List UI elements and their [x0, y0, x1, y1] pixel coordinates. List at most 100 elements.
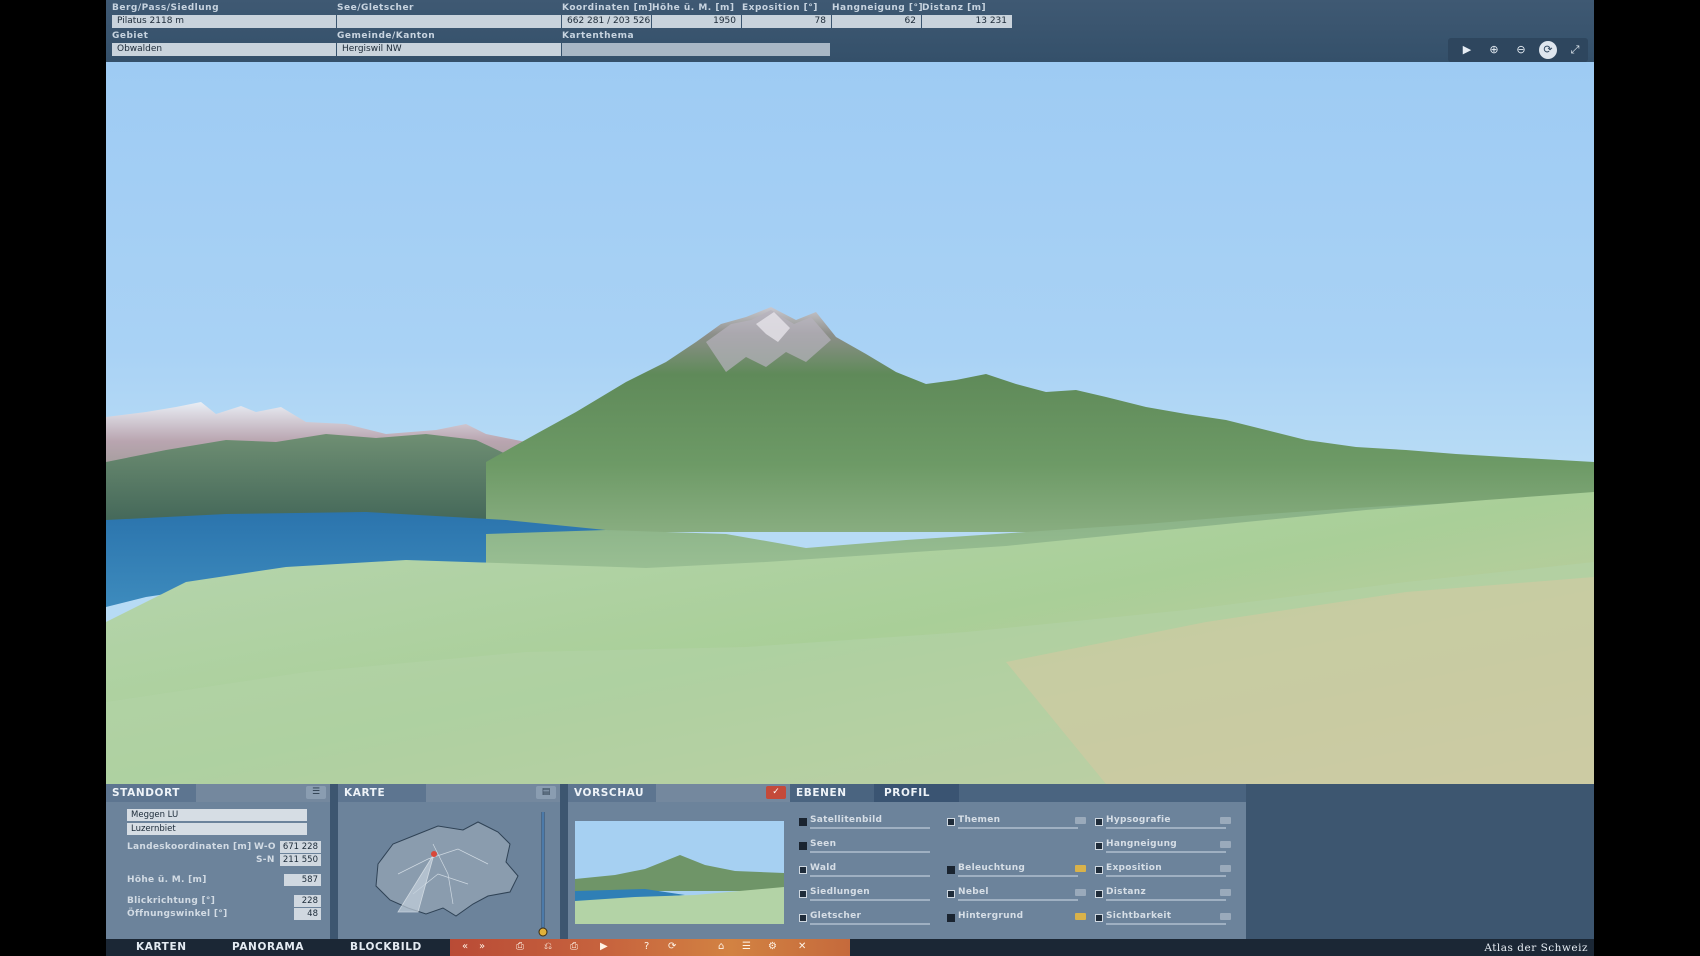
layer-checkbox[interactable] — [947, 914, 955, 922]
layer-checkbox[interactable] — [1095, 842, 1103, 850]
lock-icon[interactable]: ⎌ — [544, 941, 552, 952]
blick-value[interactable]: 228 — [294, 895, 321, 907]
tab-profil[interactable]: PROFIL — [884, 787, 930, 799]
oeffnung-value[interactable]: 48 — [294, 908, 321, 920]
karte-header: KARTE ▤ — [338, 784, 560, 802]
gemeinde-label: Gemeinde/Kanton — [337, 31, 436, 41]
forward-icon[interactable]: » — [479, 941, 485, 952]
layer-slider[interactable] — [1106, 827, 1226, 829]
close-icon[interactable]: ✕ — [798, 941, 806, 952]
list-icon[interactable]: ☰ — [742, 941, 751, 952]
standort-header: STANDORT ☰ — [106, 784, 330, 802]
layer-gletscher[interactable]: Gletscher — [810, 911, 861, 921]
layer-checkbox[interactable] — [799, 914, 807, 922]
layer-options-icon[interactable] — [1220, 889, 1231, 896]
layer-options-icon[interactable] — [1075, 913, 1086, 920]
preview-thumbnail[interactable] — [575, 821, 784, 924]
nav-panorama[interactable]: PANORAMA — [232, 941, 304, 953]
zoom-out-icon[interactable]: ⊖ — [1512, 41, 1530, 59]
ebenen-header: EBENEN PROFIL — [790, 784, 1246, 802]
layer-slider[interactable] — [1106, 899, 1226, 901]
vorschau-header: VORSCHAU ✓ — [568, 784, 790, 802]
layer-satellitenbild[interactable]: Satellitenbild — [810, 815, 882, 825]
expo-field: 78 — [742, 15, 831, 28]
layer-options-icon[interactable] — [1220, 865, 1231, 872]
layer-beleuchtung[interactable]: Beleuchtung — [958, 863, 1025, 873]
layer-sichtbarkeit[interactable]: Sichtbarkeit — [1106, 911, 1171, 921]
panorama-view[interactable] — [106, 62, 1594, 784]
sync-icon[interactable]: ⟳ — [668, 941, 676, 952]
layer-slider[interactable] — [958, 875, 1078, 877]
save-icon[interactable]: ⎙ — [516, 941, 524, 952]
home-icon[interactable]: ⌂ — [718, 941, 724, 952]
layer-checkbox[interactable] — [799, 890, 807, 898]
layer-checkbox[interactable] — [1095, 818, 1103, 826]
layer-options-icon[interactable] — [1075, 817, 1086, 824]
hang-field: 62 — [832, 15, 921, 28]
wo-label: W-O — [254, 842, 276, 852]
print-icon[interactable]: ⎙ — [570, 941, 578, 952]
layer-checkbox[interactable] — [799, 842, 807, 850]
layer-options-icon[interactable] — [1220, 913, 1231, 920]
layer-hintergrund[interactable]: Hintergrund — [958, 911, 1023, 921]
layer-checkbox[interactable] — [947, 866, 955, 874]
standort-region[interactable]: Luzernbiet — [127, 823, 307, 835]
layer-themen[interactable]: Themen — [958, 815, 1000, 825]
export-icon[interactable]: ▶ — [600, 941, 608, 952]
layer-nebel[interactable]: Nebel — [958, 887, 989, 897]
list-icon[interactable]: ☰ — [306, 786, 326, 799]
back-icon[interactable]: « — [462, 941, 468, 952]
check-icon[interactable]: ✓ — [766, 786, 786, 799]
dist-label: Distanz [m] — [922, 3, 987, 13]
layer-slider[interactable] — [810, 851, 930, 853]
nav-karten[interactable]: KARTEN — [136, 941, 187, 953]
fullscreen-icon[interactable]: ⤢ — [1566, 41, 1584, 59]
layer-slider[interactable] — [1106, 923, 1226, 925]
layer-siedlungen[interactable]: Siedlungen — [810, 887, 870, 897]
layer-seen[interactable]: Seen — [810, 839, 836, 849]
help-icon[interactable]: ? — [644, 941, 649, 952]
sn-value[interactable]: 211 550 — [280, 854, 321, 866]
expo-label: Exposition [°] — [742, 3, 818, 13]
layer-distanz[interactable]: Distanz — [1106, 887, 1146, 897]
layer-slider[interactable] — [958, 899, 1078, 901]
layer-checkbox[interactable] — [1095, 914, 1103, 922]
layer-slider[interactable] — [810, 875, 930, 877]
layer-options-icon[interactable] — [1075, 865, 1086, 872]
layer-hangneigung[interactable]: Hangneigung — [1106, 839, 1177, 849]
layer-exposition[interactable]: Exposition — [1106, 863, 1162, 873]
ebenen-panel: EBENEN PROFIL Satellitenbild Seen Wald S… — [790, 784, 1246, 939]
layer-hypsografie[interactable]: Hypsografie — [1106, 815, 1171, 825]
layer-checkbox[interactable] — [1095, 866, 1103, 874]
layer-slider[interactable] — [810, 899, 930, 901]
overview-map[interactable] — [338, 804, 560, 939]
map-window-icon[interactable]: ▤ — [536, 786, 556, 799]
thema-field[interactable] — [562, 43, 830, 56]
layer-slider[interactable] — [810, 923, 930, 925]
layer-slider[interactable] — [1106, 851, 1226, 853]
layer-options-icon[interactable] — [1220, 817, 1231, 824]
layer-slider[interactable] — [810, 827, 930, 829]
layer-options-icon[interactable] — [1075, 889, 1086, 896]
layer-wald[interactable]: Wald — [810, 863, 836, 873]
see-field — [337, 15, 561, 28]
layer-slider[interactable] — [958, 827, 1078, 829]
layer-options-icon[interactable] — [1220, 841, 1231, 848]
layer-checkbox[interactable] — [1095, 890, 1103, 898]
wo-value[interactable]: 671 228 — [280, 841, 321, 853]
see-label: See/Gletscher — [337, 3, 414, 13]
zoom-in-icon[interactable]: ⊕ — [1485, 41, 1503, 59]
nav-blockbild[interactable]: BLOCKBILD — [350, 941, 422, 953]
settings-icon[interactable]: ⚙ — [768, 941, 777, 952]
layer-checkbox[interactable] — [799, 818, 807, 826]
layer-checkbox[interactable] — [947, 890, 955, 898]
oeffnung-label: Öffnungswinkel [°] — [127, 909, 228, 919]
pointer-icon[interactable]: ▶ — [1458, 41, 1476, 59]
layer-slider[interactable] — [1106, 875, 1226, 877]
standort-place[interactable]: Meggen LU — [127, 809, 307, 821]
layer-checkbox[interactable] — [799, 866, 807, 874]
hoehe-value[interactable]: 587 — [284, 874, 321, 886]
rotate-icon[interactable]: ⟳ — [1539, 41, 1557, 59]
tab-ebenen[interactable]: EBENEN — [796, 787, 847, 799]
layer-checkbox[interactable] — [947, 818, 955, 826]
